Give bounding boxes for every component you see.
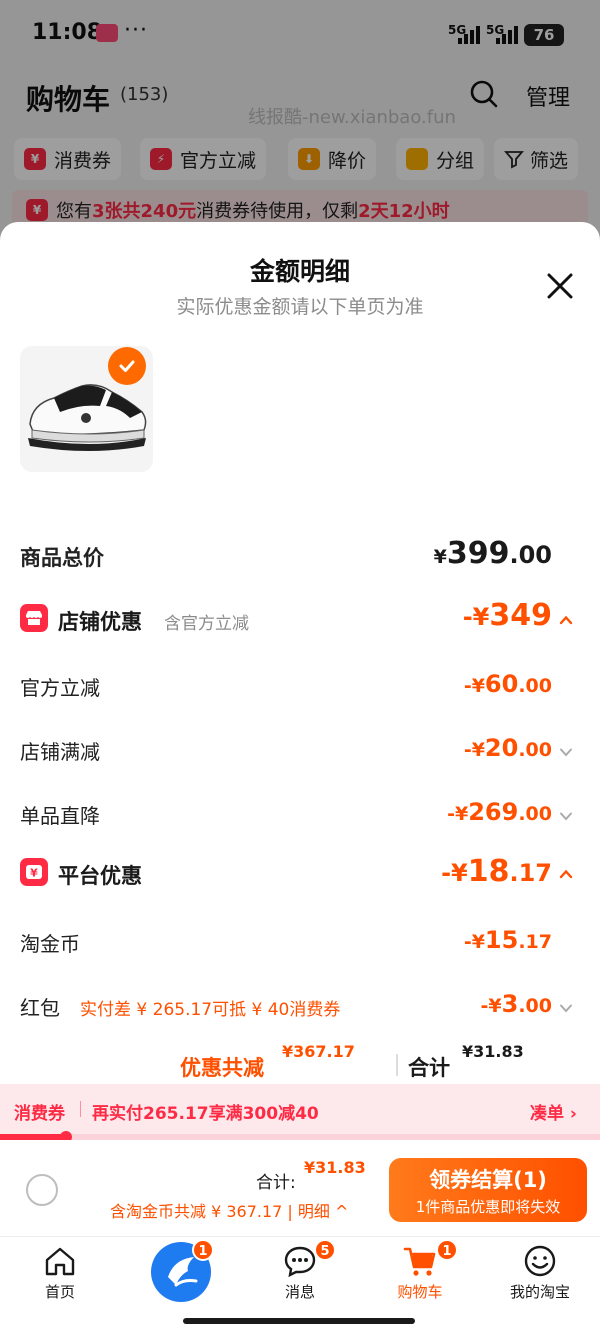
checkout-button[interactable]: 领券结算(1) 1件商品优惠即将失效 (389, 1158, 587, 1222)
divider (396, 1054, 398, 1076)
store-discount-value: -¥349 (462, 598, 552, 633)
total-price-label: 商品总价 (20, 546, 104, 570)
platform-discount-title: 平台优惠 (58, 864, 142, 888)
discount-summary: 优惠共减 ¥367.17 合计 ¥31.83 (0, 1042, 600, 1088)
item-value: -¥15.17 (463, 926, 552, 954)
total-price-value: ¥399.00 (433, 536, 552, 571)
tab-badge: 1 (192, 1239, 214, 1261)
item-label: 淘金币 (20, 932, 80, 956)
item-value: -¥20.00 (463, 734, 552, 762)
chevron-down-icon[interactable] (558, 744, 574, 760)
discount-total-value: ¥367.17 (282, 1042, 355, 1061)
svg-text:¥: ¥ (30, 867, 38, 880)
store-discount-subtitle: 含官方立减 (164, 614, 249, 634)
divider (80, 1101, 81, 1117)
tab-badge: 5 (314, 1239, 336, 1261)
breakdown-item: 淘金币 -¥15.17 (0, 920, 600, 964)
coupon-tag: 消费券 (14, 1104, 65, 1124)
chevron-down-icon[interactable] (558, 808, 574, 824)
coupon-message: 再实付265.17享满300减40 (92, 1104, 319, 1124)
checkout-bar: 合计: ¥31.83 含淘金币共减 ¥ 367.17 | 明细 ^ 领券结算(1… (0, 1140, 600, 1236)
breakdown-item[interactable]: 单品直降 -¥269.00 (0, 792, 600, 836)
breakdown-item[interactable]: 店铺满减 -¥20.00 (0, 728, 600, 772)
modal-overlay[interactable] (0, 0, 600, 240)
red-packet-hint: 实付差 ¥ 265.17可抵 ¥ 40消费券 (80, 1000, 341, 1020)
add-items-link[interactable]: 凑单 › (530, 1099, 577, 1124)
item-label: 官方立减 (20, 676, 100, 700)
breakdown-item: 官方立减 -¥60.00 (0, 664, 600, 708)
tab-profile[interactable]: 我的淘宝 (480, 1237, 600, 1333)
platform-discount-value: -¥18.17 (441, 854, 552, 889)
chevron-up-icon[interactable] (558, 612, 574, 628)
grand-total-label: 合计 (408, 1056, 450, 1080)
item-label: 单品直降 (20, 804, 100, 828)
chevron-down-icon[interactable] (558, 1000, 574, 1016)
tab-badge: 1 (436, 1239, 458, 1261)
checkout-button-label: 领券结算(1) (429, 1168, 547, 1192)
store-icon (20, 604, 48, 632)
tab-label: 购物车 (397, 1283, 443, 1301)
home-icon (45, 1247, 75, 1276)
item-value: -¥60.00 (463, 670, 552, 698)
tab-label: 首页 (44, 1283, 75, 1301)
selected-check-icon (108, 347, 146, 385)
discount-total-label: 优惠共减 (180, 1056, 264, 1080)
tab-home[interactable]: 首页 (0, 1237, 120, 1333)
total-price-row: 商品总价 ¥399.00 (0, 532, 600, 582)
profile-icon (524, 1245, 556, 1277)
sheet-subtitle: 实际优惠金额请以下单页为准 (176, 296, 424, 318)
checkout-button-sublabel: 1件商品优惠即将失效 (415, 1198, 561, 1216)
grand-total-value: ¥31.83 (462, 1042, 524, 1061)
breakdown-item[interactable]: 红包 实付差 ¥ 265.17可抵 ¥ 40消费券 -¥3.00 (0, 984, 600, 1028)
checkout-total-label: 合计: (256, 1173, 296, 1193)
item-value: -¥3.00 (480, 990, 552, 1018)
item-value: -¥269.00 (447, 798, 552, 826)
store-discount-row[interactable]: 店铺优惠 含官方立减 -¥349 (0, 596, 600, 646)
home-indicator (183, 1318, 415, 1324)
coupon-progress-strip[interactable]: 消费券 再实付265.17享满300减40 凑单 › (0, 1084, 600, 1134)
platform-discount-row[interactable]: ¥ 平台优惠 -¥18.17 (0, 850, 600, 900)
sheet-title: 金额明细 (249, 257, 350, 286)
item-label: 店铺满减 (20, 740, 100, 764)
store-discount-title: 店铺优惠 (58, 610, 142, 634)
tab-label: 我的淘宝 (509, 1283, 570, 1301)
message-icon (284, 1246, 316, 1278)
close-icon[interactable] (540, 266, 580, 306)
chevron-up-icon[interactable] (558, 866, 574, 882)
checkout-detail-link[interactable]: 含淘金币共减 ¥ 367.17 | 明细 ^ (110, 1198, 348, 1222)
cart-icon (403, 1247, 436, 1276)
item-label: 红包 (20, 996, 60, 1020)
platform-coupon-icon: ¥ (20, 858, 48, 886)
tab-label: 消息 (284, 1283, 315, 1301)
price-detail-sheet: 金额明细 实际优惠金额请以下单页为准 商品总价 ¥399.00 店铺优惠 含官方… (0, 222, 600, 1092)
select-all-checkbox[interactable] (26, 1174, 58, 1206)
checkout-total-value: ¥31.83 (304, 1158, 366, 1177)
